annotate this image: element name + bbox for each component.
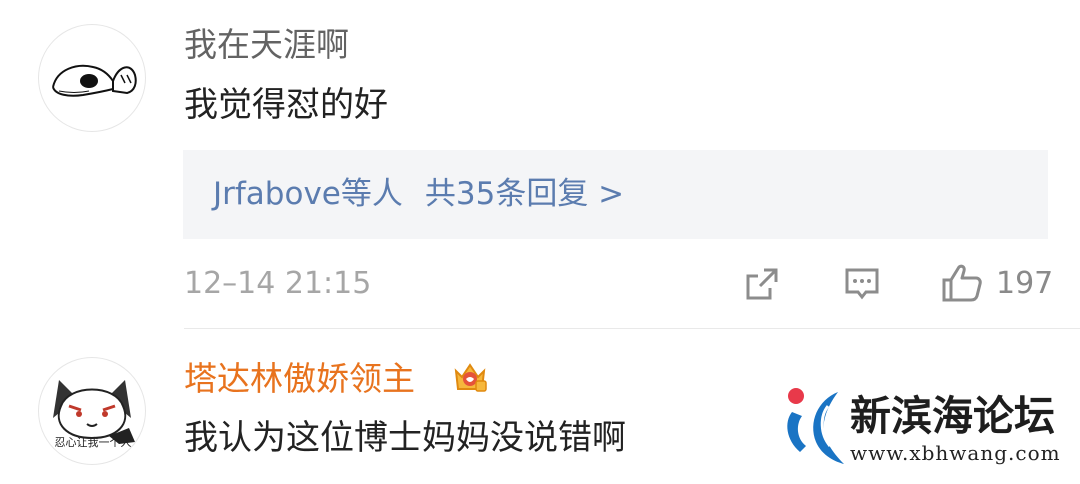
avatar-caption: 忍心让我一个人 [54, 436, 132, 449]
crown-vip-badge-icon [452, 357, 488, 395]
comment-username[interactable]: 塔达林傲娇领主 [184, 359, 415, 399]
comment-text: 我觉得怼的好 [184, 85, 388, 125]
comment-divider [184, 328, 1080, 329]
share-icon[interactable] [742, 264, 782, 304]
thumbs-up-icon[interactable] [940, 262, 984, 304]
comment-timestamp: 12–14 21:15 [184, 266, 372, 301]
comment-icon[interactable] [842, 264, 882, 304]
user-avatar[interactable]: 忍心让我一个人 [38, 357, 146, 465]
reply-summary-box[interactable]: Jrfabove等人 共35条回复 > [183, 150, 1048, 239]
reply-count-link[interactable]: 共35条回复 > [425, 176, 624, 212]
snoopy-sleeping-icon [52, 64, 137, 97]
site-watermark: 新滨海论坛 www.xbhwang.com [778, 382, 1078, 472]
reply-users-link[interactable]: Jrfabove等人 [213, 176, 403, 212]
xbh-logo-icon [787, 388, 844, 464]
comment-text: 我认为这位博士妈妈没说错啊 [184, 418, 626, 458]
reply-summary[interactable]: Jrfabove等人 共35条回复 > [213, 174, 624, 214]
like-count: 197 [996, 266, 1054, 301]
comment-username[interactable]: 我在天涯啊 [184, 25, 349, 65]
watermark-title: 新滨海论坛 [850, 392, 1055, 440]
user-avatar[interactable] [38, 24, 146, 132]
watermark-url: www.xbhwang.com [850, 441, 1061, 465]
